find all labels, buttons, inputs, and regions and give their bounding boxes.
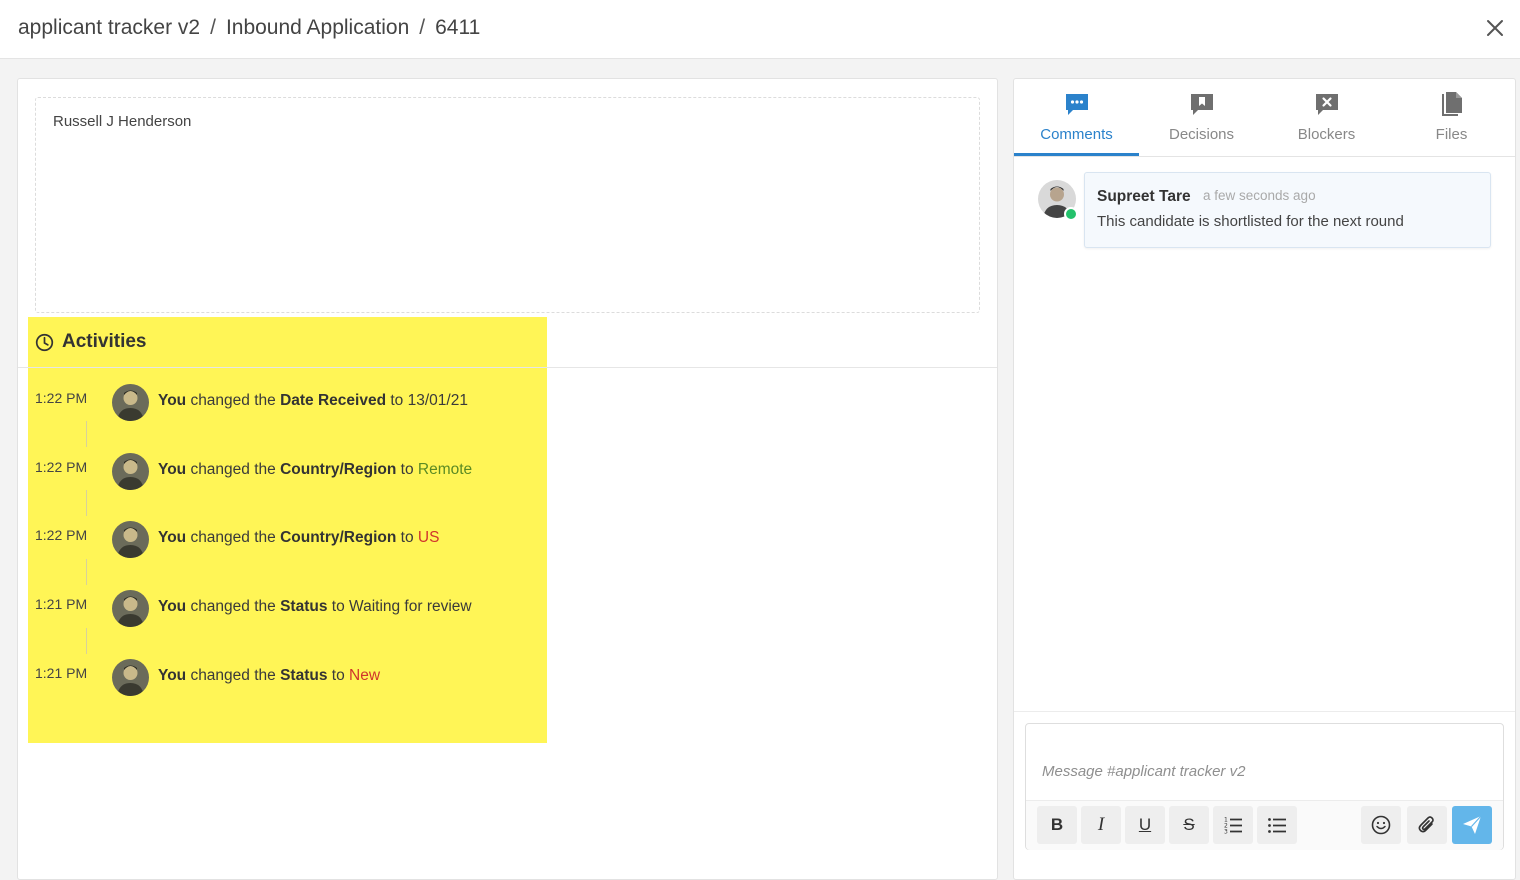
avatar (112, 521, 149, 558)
activity-time: 1:22 PM (35, 527, 88, 543)
attach-button[interactable] (1407, 806, 1447, 844)
tab-bar: Comments Decisions Blockers Files (1014, 79, 1515, 157)
notes-box[interactable]: Russell J Henderson (35, 97, 980, 313)
tab-blockers[interactable]: Blockers (1264, 79, 1389, 155)
tab-label: Comments (1040, 126, 1113, 143)
activity-time: 1:21 PM (35, 665, 88, 681)
italic-icon: I (1097, 814, 1105, 835)
message-composer: B I U S 1 2 3 (1025, 723, 1504, 850)
activity-time: 1:21 PM (35, 596, 88, 612)
top-bar: applicant tracker v2 / Inbound Application… (0, 0, 1520, 59)
ordered-list-button[interactable]: 1 2 3 (1213, 806, 1253, 844)
activity-text: You changed the Country/Region to US (158, 529, 440, 546)
breadcrumb-item-record: 6411 (435, 16, 481, 39)
emoji-button[interactable] (1361, 806, 1401, 844)
tab-comments[interactable]: Comments (1014, 79, 1139, 156)
tab-label: Decisions (1168, 126, 1235, 143)
close-icon[interactable] (1484, 17, 1506, 39)
timeline-connector (86, 490, 87, 516)
comment-author[interactable]: Supreet Tare (1097, 188, 1191, 206)
timeline-connector (86, 421, 87, 447)
clock-icon (35, 333, 54, 351)
formatting-toolbar: B I U S 1 2 3 (1026, 800, 1503, 850)
underline-icon: U (1138, 815, 1152, 834)
comment-timestamp: a few seconds ago (1203, 188, 1316, 203)
comments-icon (1066, 94, 1088, 115)
activity-text: You changed the Status to New (158, 667, 381, 684)
emoji-icon (1371, 815, 1391, 835)
decisions-icon (1191, 94, 1213, 115)
strikethrough-button[interactable]: S (1169, 806, 1209, 844)
message-input[interactable] (1026, 724, 1503, 800)
activity-value: Waiting for review (349, 598, 472, 615)
breadcrumb-item-workspace[interactable]: applicant tracker v2 (18, 16, 200, 39)
activity-text: You changed the Status to Waiting for re… (158, 598, 472, 615)
composer-divider (1014, 711, 1515, 712)
activity-value: New (349, 667, 381, 684)
files-icon (1442, 92, 1462, 116)
ordered-list-icon: 1 2 3 (1224, 817, 1242, 836)
blockers-icon (1316, 94, 1338, 115)
activity-item: 1:22 PM You changed the Date Received to… (35, 384, 535, 424)
bullet-list-button[interactable] (1257, 806, 1297, 844)
tab-files[interactable]: Files (1389, 79, 1514, 155)
activity-value: US (417, 529, 440, 546)
strikethrough-icon: S (1183, 815, 1195, 834)
activity-item: 1:21 PM You changed the Status to New (35, 659, 535, 699)
avatar (112, 659, 149, 696)
activity-text: You changed the Country/Region to Remote (158, 461, 473, 478)
bullet-list-icon (1268, 818, 1286, 833)
breadcrumb-separator: / (210, 16, 216, 39)
paperclip-icon (1418, 816, 1434, 833)
timeline-connector (86, 628, 87, 654)
bold-icon: B (1050, 815, 1064, 834)
tab-label: Files (1435, 126, 1468, 143)
activity-item: 1:22 PM You changed the Country/Region t… (35, 521, 535, 561)
activities-title: Activities (62, 331, 147, 352)
side-panel: Comments Decisions Blockers Files Supree… (1013, 78, 1516, 880)
record-panel: Russell J Henderson Activities 1:22 PM Y… (17, 78, 998, 880)
italic-button[interactable]: I (1081, 806, 1121, 844)
online-status-badge (1064, 207, 1078, 221)
activity-time: 1:22 PM (35, 459, 88, 475)
svg-text:3: 3 (1224, 829, 1228, 836)
breadcrumb: applicant tracker v2 / Inbound Application… (18, 16, 480, 40)
timeline-connector (86, 559, 87, 585)
activity-value: Remote (417, 461, 473, 478)
breadcrumb-separator: / (419, 16, 426, 39)
breadcrumb-item-board[interactable]: Inbound Application (226, 16, 409, 39)
tab-decisions[interactable]: Decisions (1139, 79, 1264, 155)
activity-item: 1:21 PM You changed the Status to Waitin… (35, 590, 535, 630)
avatar (112, 384, 149, 421)
activity-value: 13/01/21 (407, 392, 468, 409)
comment-text: This candidate is shortlisted for the ne… (1097, 213, 1404, 230)
activities-header: Activities (35, 330, 146, 354)
comment-card: Supreet Tare a few seconds ago This cand… (1084, 172, 1491, 248)
activity-time: 1:22 PM (35, 390, 88, 406)
activity-item: 1:22 PM You changed the Country/Region t… (35, 453, 535, 493)
activity-text: You changed the Date Received to 13/01/2… (158, 392, 468, 409)
notes-text: Russell J Henderson (53, 113, 192, 130)
activities-divider (18, 367, 997, 368)
avatar (112, 453, 149, 490)
send-button[interactable] (1452, 806, 1492, 844)
bold-button[interactable]: B (1037, 806, 1077, 844)
underline-button[interactable]: U (1125, 806, 1165, 844)
send-icon (1463, 815, 1482, 834)
avatar (112, 590, 149, 627)
tab-label: Blockers (1297, 126, 1356, 143)
